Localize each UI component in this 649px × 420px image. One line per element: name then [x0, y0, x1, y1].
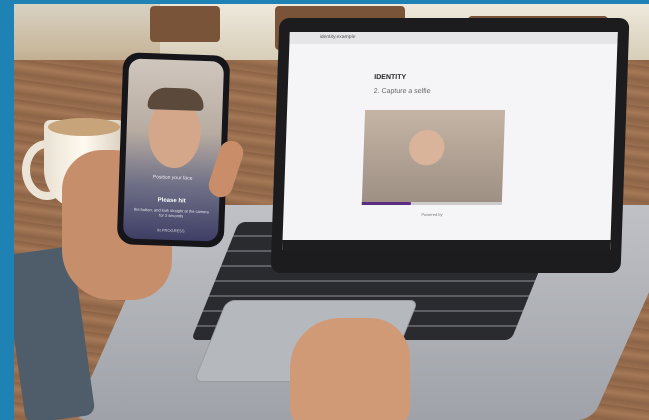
photo-scene: identity.example IDENTITY 2. Capture a s… [0, 0, 649, 420]
laptop-display: identity.example IDENTITY 2. Capture a s… [282, 32, 618, 250]
selfie-video [361, 110, 506, 204]
coffee-surface [48, 118, 120, 136]
os-taskbar [282, 240, 611, 250]
powered-by-text: Powered by [421, 212, 443, 217]
brand-logo: IDENTITY [374, 74, 407, 81]
background-chair [150, 6, 220, 42]
phone-face-caption: Position your face [152, 174, 193, 182]
phone-instructions: the button, and look straight at the cam… [133, 206, 209, 219]
phone-footer: IN PROGRESS [156, 227, 185, 234]
phone-heading: Please hit [157, 197, 186, 205]
smartphone: Position your face Please hit the button… [116, 52, 231, 248]
browser-url: identity.example [319, 34, 356, 40]
video-progress-fill [361, 202, 411, 205]
frame-left-accent [0, 0, 14, 420]
selfie-cap [147, 87, 205, 112]
browser-toolbar: identity.example [289, 32, 618, 44]
right-hand [290, 318, 410, 420]
step-title: 2. Capture a selfie [373, 88, 431, 95]
video-progress-bar [361, 202, 502, 205]
phone-screen: Position your face Please hit the button… [122, 58, 225, 242]
